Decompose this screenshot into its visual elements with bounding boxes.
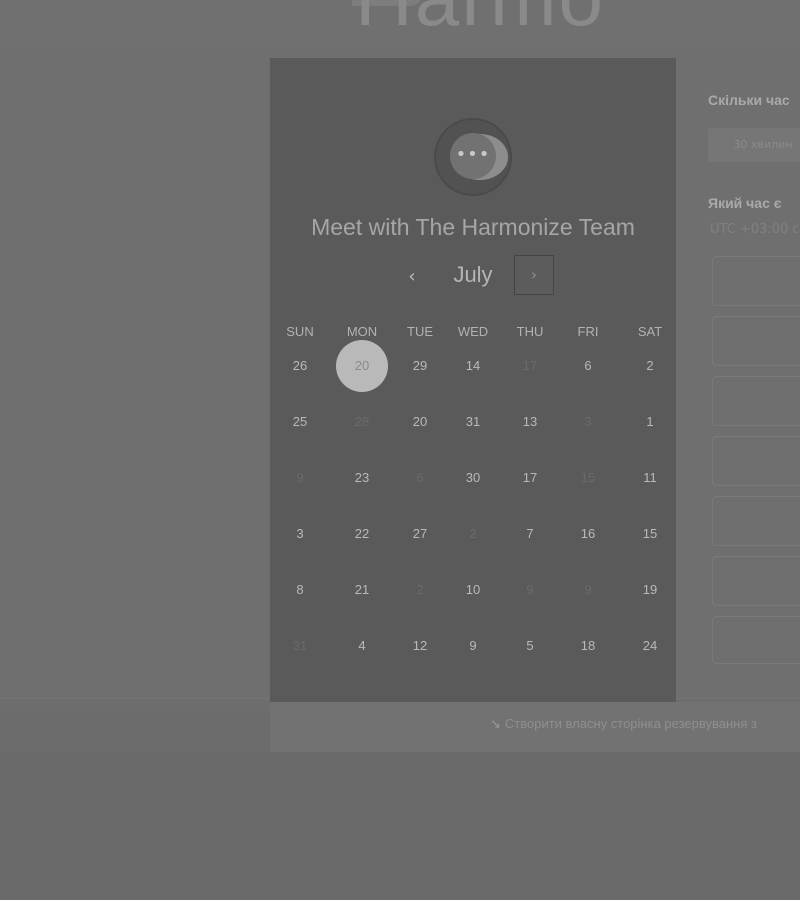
calendar-day[interactable]: 14	[447, 340, 499, 392]
arrow-icon: ↘	[490, 716, 501, 731]
calendar-day[interactable]: 15	[624, 508, 676, 560]
calendar-day: 28	[354, 414, 370, 429]
brand-logo-text: Harmo	[355, 0, 605, 44]
month-label: July	[453, 262, 493, 287]
time-slot-button[interactable]	[712, 256, 800, 306]
day-of-week-label: TUE	[407, 324, 433, 339]
time-slot-button[interactable]	[712, 376, 800, 426]
calendar-day: 17	[522, 358, 538, 373]
day-of-week-label: WED	[457, 324, 489, 339]
calendar-day-selected[interactable]: 20	[336, 340, 388, 392]
calendar-day[interactable]: 11	[624, 452, 676, 504]
calendar-day[interactable]: 24	[624, 620, 676, 672]
time-slot-button[interactable]	[712, 316, 800, 366]
day-of-week-label: MON	[346, 324, 378, 339]
calendar-day[interactable]: 25	[274, 396, 326, 448]
calendar-day[interactable]: 16	[562, 508, 614, 560]
calendar-day[interactable]: 7	[504, 508, 556, 560]
calendar-day[interactable]: 21	[336, 564, 388, 616]
time-slot-button[interactable]	[712, 556, 800, 606]
time-slot-button[interactable]	[712, 496, 800, 546]
prev-month-button[interactable]: ‹	[402, 264, 422, 290]
calendar-day[interactable]: 2	[624, 340, 676, 392]
calendar-day[interactable]: 23	[336, 452, 388, 504]
calendar-day[interactable]: 20	[394, 396, 446, 448]
calendar-day[interactable]: 3	[274, 508, 326, 560]
calendar-day[interactable]: 10	[447, 564, 499, 616]
day-of-week-label: THU	[516, 324, 544, 339]
day-of-week-label: SAT	[637, 324, 663, 339]
calendar-day[interactable]: 1	[624, 396, 676, 448]
calendar-day: 2	[416, 582, 424, 597]
calendar-day[interactable]: 31	[447, 396, 499, 448]
calendar-day: 2	[469, 526, 477, 541]
calendar-day: 9	[526, 582, 534, 597]
calendar-day[interactable]: 22	[336, 508, 388, 560]
calendar-day[interactable]: 9	[447, 620, 499, 672]
calendar-day[interactable]: 17	[504, 452, 556, 504]
calendar-day[interactable]: 6	[562, 340, 614, 392]
day-of-week-label: FRI	[577, 324, 599, 339]
calendar-day[interactable]: 12	[394, 620, 446, 672]
calendar-day[interactable]: 29	[394, 340, 446, 392]
chat-dots-icon: •••	[455, 144, 491, 165]
calendar-day: 15	[580, 470, 596, 485]
calendar-day[interactable]: 30	[447, 452, 499, 504]
calendar-day[interactable]: 5	[504, 620, 556, 672]
calendar-day: 3	[584, 414, 592, 429]
duration-question: Скільки час	[708, 92, 790, 108]
calendar-day[interactable]: 19	[624, 564, 676, 616]
duration-option-button[interactable]: 30 хвилин	[708, 128, 800, 162]
calendar-day[interactable]: 4	[336, 620, 388, 672]
day-of-week-label: SUN	[286, 324, 314, 339]
create-booking-page-link[interactable]: ↘ Створити власну сторінка резервування з	[490, 716, 757, 732]
timezone-label: UTC +03:00 с	[710, 222, 800, 237]
calendar-day: 31	[292, 638, 308, 653]
calendar-grid: 26 20 29 14 17 6 2 25 28 20 31 13 3 1 9 23 6 30 17 15 11 3 22 2…	[270, 338, 676, 678]
calendar-day: 6	[416, 470, 424, 485]
calendar-day[interactable]: 13	[504, 396, 556, 448]
calendar-day[interactable]: 26	[274, 340, 326, 392]
meeting-title: Meet with The Harmonize Team	[311, 214, 635, 240]
calendar-day[interactable]: 8	[274, 564, 326, 616]
next-month-button[interactable]: ›	[514, 255, 554, 295]
time-question: Який час є	[708, 195, 782, 211]
calendar-day: 9	[296, 470, 304, 485]
create-booking-page-text: Створити власну сторінка резервування з	[504, 716, 757, 731]
calendar-day[interactable]: 27	[394, 508, 446, 560]
month-navigation: ‹ July ›	[270, 255, 676, 298]
calendar-day: 9	[584, 582, 592, 597]
time-slot-button[interactable]	[712, 616, 800, 664]
calendar-day[interactable]: 18	[562, 620, 614, 672]
time-slot-button[interactable]	[712, 436, 800, 486]
page-bottom-overlay	[0, 752, 800, 900]
